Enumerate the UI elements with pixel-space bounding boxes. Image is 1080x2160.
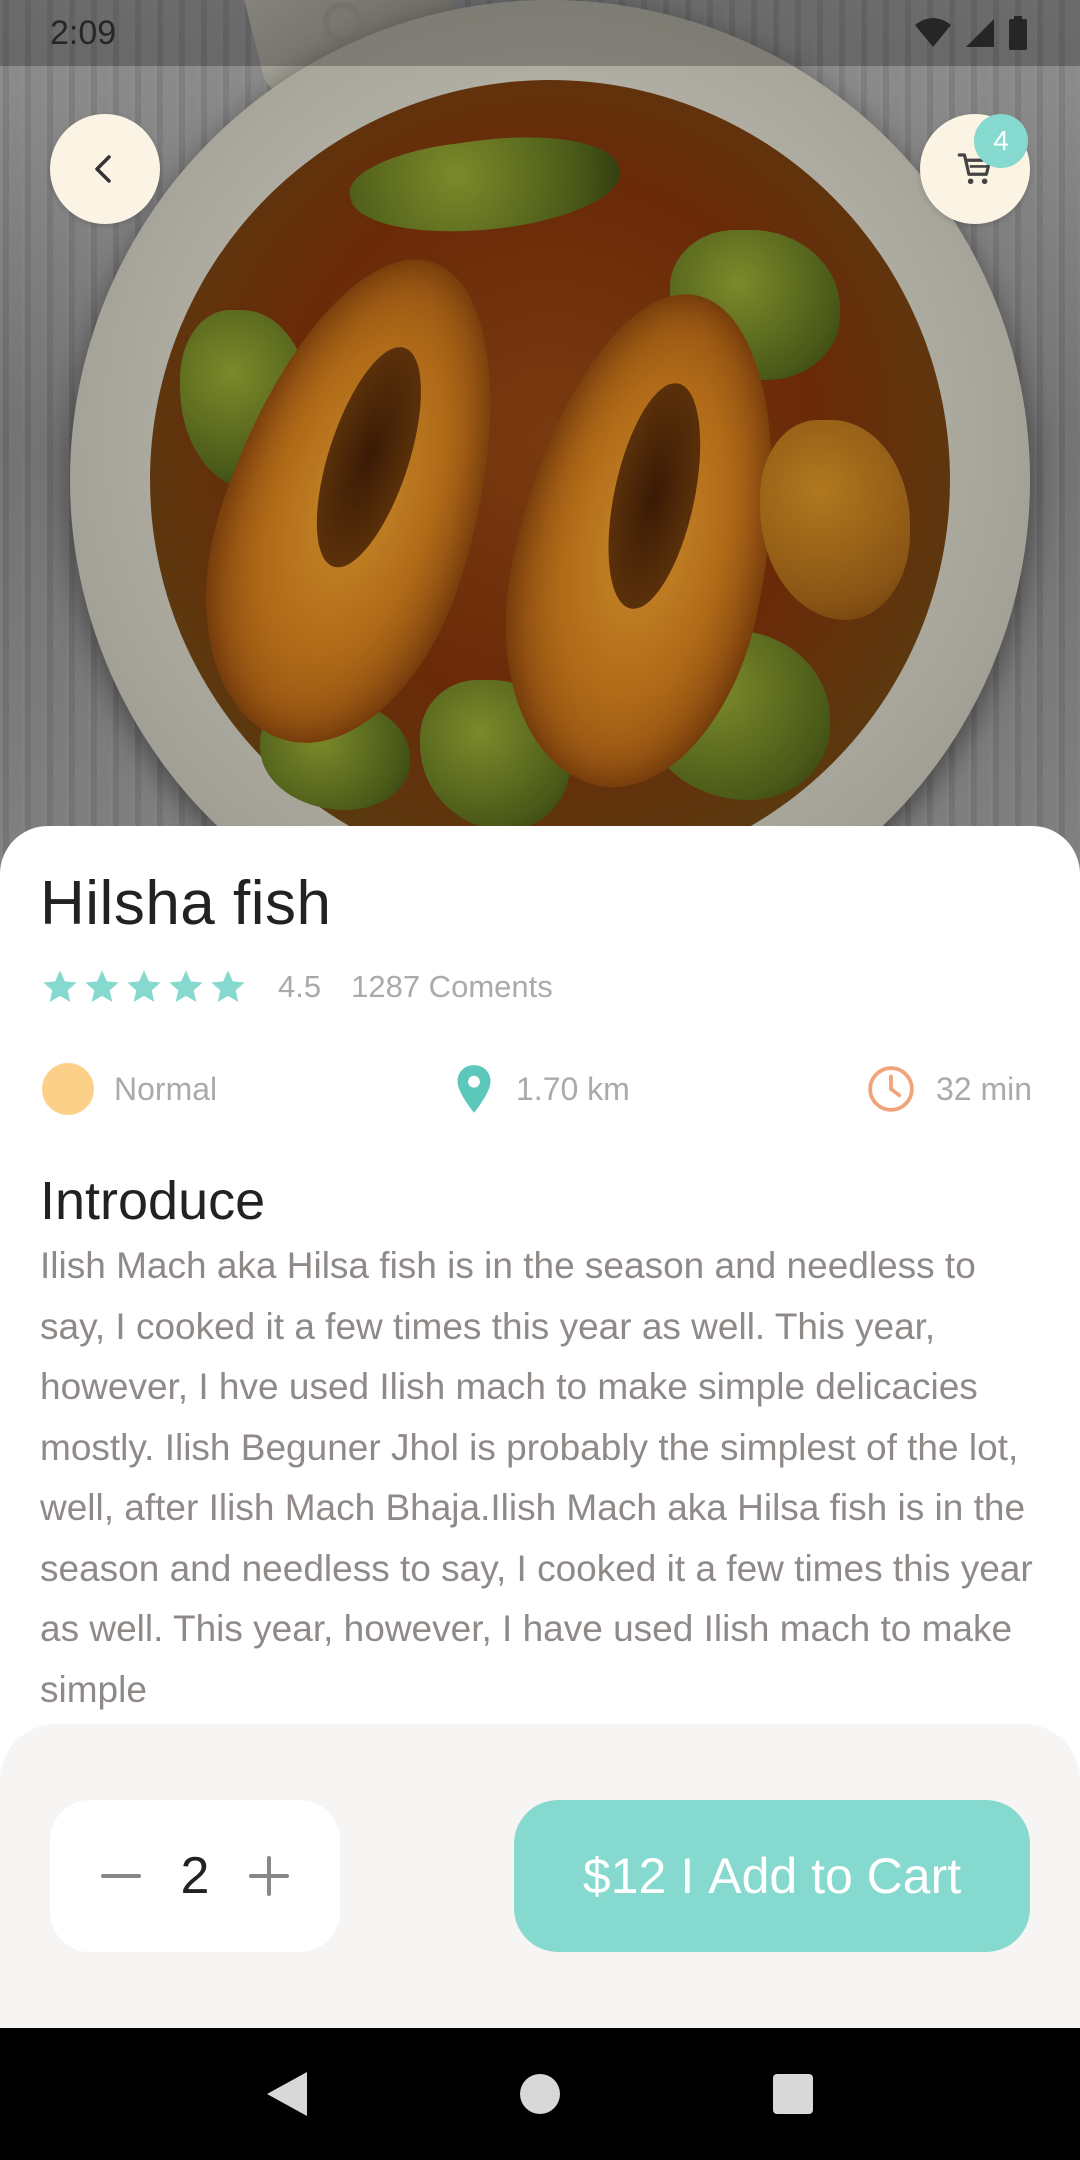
- price-label: $12: [582, 1848, 667, 1904]
- nav-home-icon: [519, 2074, 560, 2114]
- battery-icon: [1009, 16, 1027, 50]
- wifi-icon: [915, 18, 951, 47]
- distance: 1.70 km: [452, 1062, 630, 1116]
- cart-count-badge: 4: [974, 114, 1028, 168]
- quantity-value: 2: [180, 1847, 210, 1905]
- distance-label: 1.70 km: [516, 1070, 630, 1107]
- cook-time: 32 min: [866, 1062, 1032, 1116]
- status-bar: 2:09: [0, 0, 1080, 66]
- quantity-stepper: 2: [50, 1800, 340, 1952]
- clock-icon: [868, 1066, 914, 1112]
- cook-time-label: 32 min: [936, 1070, 1033, 1107]
- add-to-cart-button[interactable]: $12 I Add to Cart: [514, 1800, 1030, 1952]
- increase-quantity-button[interactable]: [241, 1848, 297, 1904]
- decrease-quantity-button[interactable]: [93, 1848, 149, 1904]
- back-arrow-icon: [95, 155, 111, 183]
- nav-recents-icon: [773, 2074, 814, 2114]
- system-nav-bar: [0, 2028, 1080, 2160]
- meta-row: Normal 1.70 km 32 min: [0, 1062, 1080, 1116]
- star-icon: [85, 970, 119, 1002]
- spice-dot-icon: [42, 1063, 94, 1115]
- rating-row: 4.5 1287 Coments: [40, 964, 553, 1010]
- nav-back-icon: [266, 2072, 307, 2116]
- rating-value: 4.5: [278, 969, 322, 1004]
- location-pin-icon: [457, 1065, 491, 1113]
- rating-stars: [40, 967, 248, 1007]
- intro-text: Ilish Mach aka Hilsa fish is in the seas…: [40, 1245, 1033, 1710]
- signal-icon: [966, 19, 994, 47]
- minus-icon: [101, 1874, 141, 1878]
- nav-recents-button[interactable]: [758, 2059, 828, 2129]
- star-icon: [43, 970, 77, 1002]
- star-icon: [127, 970, 161, 1002]
- price-separator: I: [680, 1848, 695, 1904]
- star-icon: [211, 970, 245, 1002]
- spice-level: Normal: [42, 1062, 217, 1116]
- plus-icon: [249, 1856, 289, 1896]
- product-title: Hilsha fish: [40, 869, 332, 938]
- intro-heading: Introduce: [40, 1171, 266, 1231]
- back-button[interactable]: [50, 114, 160, 224]
- nav-home-button[interactable]: [505, 2059, 575, 2129]
- star-icon: [169, 970, 203, 1002]
- food-hero-image: [0, 0, 1080, 880]
- nav-back-button[interactable]: [252, 2059, 322, 2129]
- comments-count[interactable]: 1287 Coments: [351, 969, 553, 1005]
- add-to-cart-label: Add to Cart: [708, 1848, 962, 1904]
- status-time: 2:09: [50, 13, 117, 52]
- spice-level-label: Normal: [114, 1070, 218, 1107]
- status-icons: [914, 16, 1028, 50]
